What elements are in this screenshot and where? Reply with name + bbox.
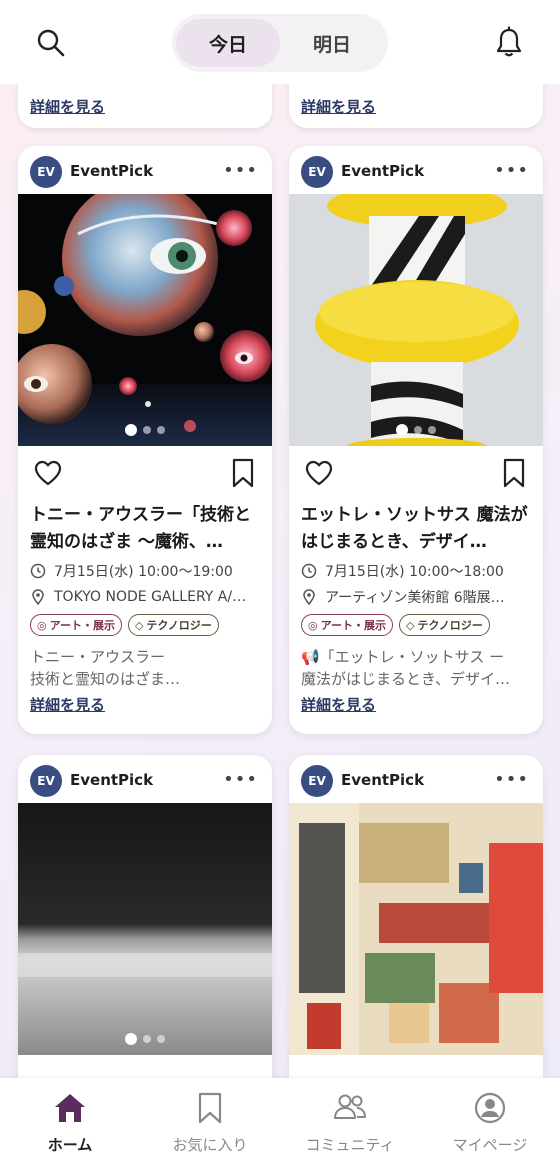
event-description: トニー・アウスラー 技術と霊知のはざま…	[30, 648, 181, 688]
avatar[interactable]: EV	[301, 156, 333, 188]
tab-home[interactable]: ホーム	[0, 1078, 140, 1159]
event-card[interactable]: EV EventPick •••	[289, 755, 543, 1115]
pager-dot[interactable]	[428, 426, 436, 434]
event-card[interactable]: EV EventPick •••	[18, 146, 272, 734]
clock-icon	[30, 563, 46, 579]
more-menu-icon[interactable]: •••	[494, 160, 529, 181]
bottom-tab-bar: ホーム お気に入り コミュニティ マイページ	[0, 1078, 560, 1159]
tag-art[interactable]: ◎ アート・展示	[30, 614, 122, 636]
heart-icon[interactable]	[305, 460, 333, 486]
tag-icon: ◇	[134, 618, 144, 632]
tab-tomorrow[interactable]: 明日	[280, 19, 384, 67]
card-actions	[289, 446, 543, 502]
avatar[interactable]: EV	[301, 765, 333, 797]
pager-dot[interactable]	[157, 426, 165, 434]
details-link[interactable]: 詳細を見る	[289, 690, 543, 715]
palette-icon: ◎	[308, 618, 318, 632]
tab-label: コミュニティ	[305, 1136, 395, 1154]
account-name[interactable]: EventPick	[341, 162, 424, 180]
tab-favorites[interactable]: お気に入り	[140, 1078, 280, 1159]
event-venue: アーティゾン美術館 6階展…	[289, 584, 543, 610]
event-date: 7月15日(水) 10:00〜19:00	[18, 558, 272, 584]
card-header: EV EventPick •••	[18, 755, 272, 803]
bookmark-icon[interactable]	[232, 458, 254, 488]
home-icon	[55, 1094, 85, 1122]
tab-label: お気に入り	[172, 1136, 248, 1154]
event-card[interactable]: EV EventPick •••	[289, 146, 543, 734]
avatar[interactable]: EV	[30, 156, 62, 188]
avatar[interactable]: EV	[30, 765, 62, 797]
event-card[interactable]: EV EventPick •••	[18, 755, 272, 1115]
image-pager	[18, 424, 272, 436]
tag-art[interactable]: ◎ アート・展示	[301, 614, 393, 636]
card-header: EV EventPick •••	[18, 146, 272, 194]
pager-dot[interactable]	[396, 424, 408, 436]
image-pager	[18, 1033, 272, 1045]
user-icon	[474, 1092, 506, 1124]
tag-list: ◎ アート・展示 ◇ テクノロジー	[289, 610, 543, 640]
tab-mypage[interactable]: マイページ	[420, 1078, 560, 1159]
event-date: 7月15日(水) 10:00〜18:00	[289, 558, 543, 584]
app-header: 今日 明日	[0, 0, 560, 84]
location-pin-icon	[303, 589, 315, 605]
tab-community[interactable]: コミュニティ	[280, 1078, 420, 1159]
tab-label: ホーム	[47, 1136, 93, 1154]
clock-icon	[301, 563, 317, 579]
palette-icon: ◎	[37, 618, 47, 632]
ukiyoe-poster-image[interactable]	[289, 803, 543, 1055]
details-link[interactable]: 詳細を見る	[18, 690, 272, 715]
venue-text: アーティゾン美術館 6階展…	[325, 590, 505, 606]
people-icon	[334, 1094, 366, 1119]
heart-icon[interactable]	[34, 460, 62, 486]
monochrome-photo-image[interactable]	[18, 803, 272, 1055]
pager-dot[interactable]	[125, 1033, 137, 1045]
event-title[interactable]: エットレ・ソットサス 魔法がはじまるとき、デザイ…	[289, 502, 543, 558]
bookmark-icon	[198, 1092, 222, 1124]
sculpture-illustration	[289, 194, 543, 446]
card-actions	[18, 446, 272, 502]
details-link[interactable]: 詳細を見る	[301, 96, 376, 117]
account-name[interactable]: EventPick	[70, 771, 153, 789]
details-link[interactable]: 詳細を見る	[30, 96, 105, 117]
tab-today[interactable]: 今日	[176, 19, 280, 67]
more-menu-icon[interactable]: •••	[223, 769, 258, 790]
tag-technology[interactable]: ◇ テクノロジー	[127, 614, 219, 636]
art-illustration	[18, 194, 272, 446]
image-pager	[289, 424, 543, 436]
event-title[interactable]: トニー・アウスラー「技術と霊知のはざま 〜魔術、…	[18, 502, 272, 558]
event-description: 📢「エットレ・ソットサス ー 魔法がはじまるとき、デザイ…	[301, 648, 510, 688]
location-pin-icon	[32, 589, 44, 605]
venue-text: TOKYO NODE GALLERY A/…	[54, 589, 247, 605]
account-name[interactable]: EventPick	[70, 162, 153, 180]
tag-icon: ◇	[405, 618, 415, 632]
search-icon[interactable]	[36, 28, 66, 58]
bookmark-icon[interactable]	[503, 458, 525, 488]
card-header: EV EventPick •••	[289, 146, 543, 194]
pager-dot[interactable]	[143, 426, 151, 434]
card-header: EV EventPick •••	[289, 755, 543, 803]
pager-dot[interactable]	[414, 426, 422, 434]
bell-icon[interactable]	[494, 26, 524, 58]
tab-label: マイページ	[452, 1136, 528, 1154]
date-text: 7月15日(水) 10:00〜18:00	[325, 564, 504, 580]
monochrome-illustration	[18, 803, 272, 1055]
more-menu-icon[interactable]: •••	[223, 160, 258, 181]
day-tabs: 今日 明日	[172, 14, 388, 72]
pager-dot[interactable]	[125, 424, 137, 436]
tag-technology[interactable]: ◇ テクノロジー	[398, 614, 490, 636]
poster-illustration	[289, 803, 543, 1055]
pager-dot[interactable]	[143, 1035, 151, 1043]
pager-dot[interactable]	[157, 1035, 165, 1043]
more-menu-icon[interactable]: •••	[494, 769, 529, 790]
yellow-striped-sculpture-image[interactable]	[289, 194, 543, 446]
event-venue: TOKYO NODE GALLERY A/…	[18, 584, 272, 610]
tag-list: ◎ アート・展示 ◇ テクノロジー	[18, 610, 272, 640]
eyeball-spheres-art-image[interactable]	[18, 194, 272, 446]
date-text: 7月15日(水) 10:00〜19:00	[54, 564, 233, 580]
account-name[interactable]: EventPick	[341, 771, 424, 789]
